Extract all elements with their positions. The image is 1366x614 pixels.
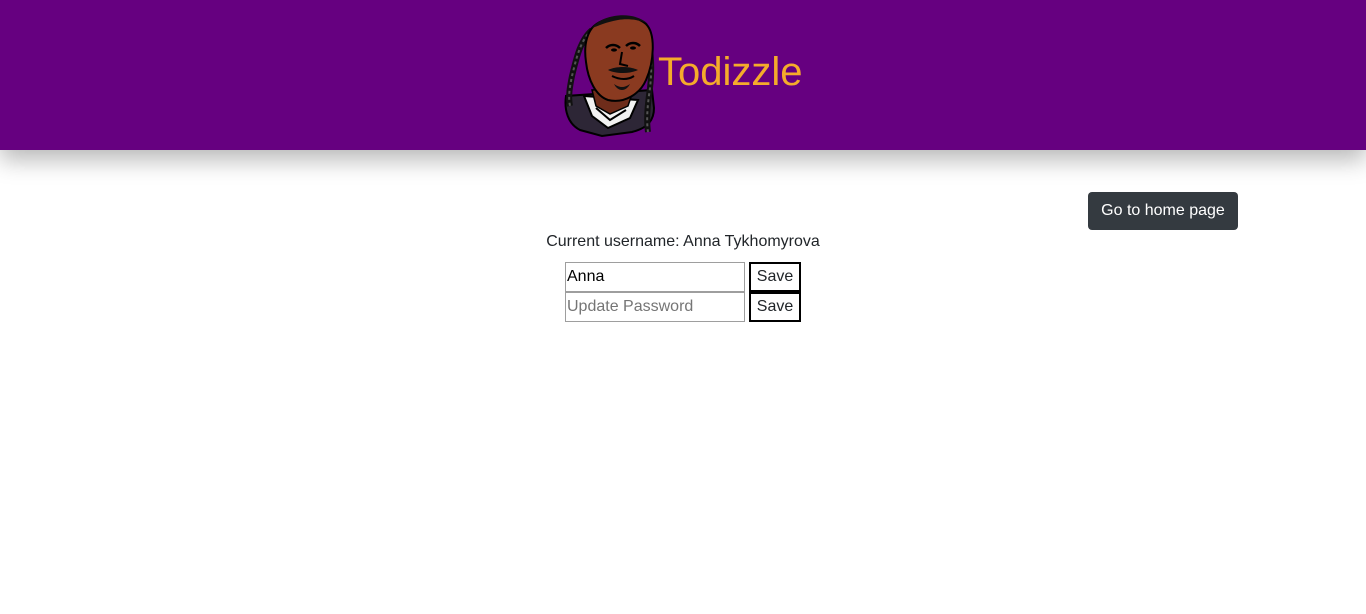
go-home-button[interactable]: Go to home page — [1088, 192, 1238, 230]
save-password-button[interactable]: Save — [749, 292, 801, 322]
password-input[interactable] — [565, 292, 745, 322]
current-username-text: Current username: Anna Tykhomyrova — [546, 233, 820, 250]
app-title: Todizzle — [658, 50, 803, 94]
rapper-avatar-icon — [564, 15, 656, 138]
profile-page: Go to home page Current username: Anna T… — [0, 150, 1366, 614]
save-username-button[interactable]: Save — [749, 262, 801, 292]
site-header: Todizzle — [0, 0, 1366, 150]
username-form: Save — [565, 262, 801, 292]
brand: Todizzle — [562, 10, 803, 140]
password-form: Save — [565, 292, 801, 322]
username-input[interactable] — [565, 262, 745, 292]
